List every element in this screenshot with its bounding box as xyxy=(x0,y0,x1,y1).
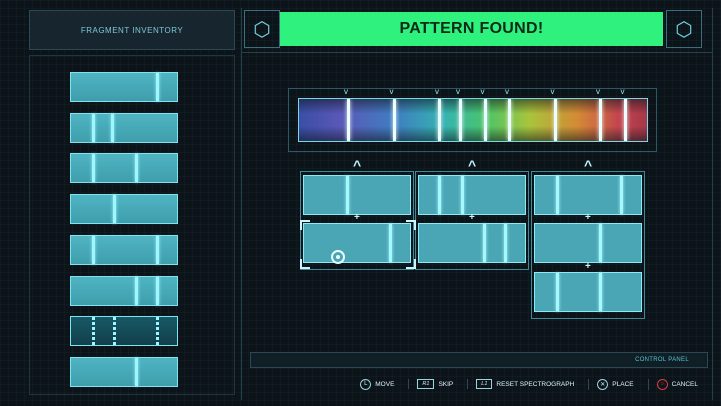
chevron-down-icon: v xyxy=(550,87,555,96)
divider-line xyxy=(241,52,713,53)
inventory-header: FRAGMENT INVENTORY xyxy=(29,10,235,50)
control-skip-button[interactable]: R1 SKIP xyxy=(408,379,453,389)
chevron-down-icon: v xyxy=(435,87,439,96)
fragment-line xyxy=(155,276,159,305)
slot-line xyxy=(556,176,560,214)
spectrograph-line xyxy=(438,99,441,141)
spectrograph-line xyxy=(392,99,396,141)
spectrograph-line xyxy=(599,99,602,141)
pattern-slot[interactable] xyxy=(534,272,642,312)
control-label: MOVE xyxy=(375,380,395,388)
slot-line xyxy=(598,224,602,262)
pattern-slot[interactable] xyxy=(418,223,526,263)
fragment-line xyxy=(113,195,117,224)
fragment-line xyxy=(155,235,159,264)
r1-button-icon: R1 xyxy=(417,379,435,389)
pattern-found-banner: PATTERN FOUND! xyxy=(280,12,663,46)
slot-line xyxy=(503,224,507,262)
plus-icon: + xyxy=(585,212,591,223)
plus-icon: + xyxy=(585,261,591,272)
hexagon-icon: ⬡ xyxy=(244,10,280,48)
slot-line xyxy=(388,224,392,262)
fragment-tile[interactable] xyxy=(70,112,178,143)
l1-button-icon: L1 xyxy=(476,379,493,389)
control-panel-header: CONTROL PANEL xyxy=(250,352,708,368)
divider-line xyxy=(712,8,713,400)
divider-line xyxy=(241,8,242,400)
fragment-line xyxy=(113,317,117,346)
chevron-down-icon: v xyxy=(344,87,348,96)
spectrograph-line xyxy=(623,99,627,141)
spectrograph-line xyxy=(347,99,350,141)
spectrograph-line xyxy=(483,99,487,141)
arrow-up-icon: ^ xyxy=(353,157,362,173)
slot-line xyxy=(346,176,350,214)
selection-corner xyxy=(300,259,310,269)
fragment-line xyxy=(155,73,159,101)
fragment-line xyxy=(134,154,138,183)
cross-button-icon: ✕ xyxy=(597,378,609,390)
banner-text: PATTERN FOUND! xyxy=(399,20,544,37)
pattern-slot[interactable] xyxy=(534,175,642,215)
control-cancel-button[interactable]: ○ CANCEL xyxy=(647,378,698,390)
spectrograph xyxy=(298,98,648,142)
control-label: CANCEL xyxy=(671,380,698,388)
slot-line xyxy=(438,176,442,214)
control-move-button[interactable]: L MOVE xyxy=(352,378,395,390)
chevron-down-icon: v xyxy=(620,87,625,96)
control-reset-spectrograph-button[interactable]: L1 RESET SPECTROGRAPH xyxy=(467,379,574,389)
plus-icon: + xyxy=(469,212,475,223)
fragment-line xyxy=(92,235,96,264)
slot-line xyxy=(482,224,486,262)
fragment-tile[interactable] xyxy=(70,153,178,184)
spectrograph-line xyxy=(508,99,511,141)
left-stick-icon: L xyxy=(360,378,372,390)
slot-line xyxy=(598,273,602,311)
fragment-line xyxy=(134,276,138,305)
slot-line xyxy=(556,273,560,311)
fragment-line xyxy=(92,154,96,183)
circle-button-icon: ○ xyxy=(656,378,668,390)
pattern-slot[interactable] xyxy=(534,223,642,263)
fragment-line xyxy=(134,357,138,386)
pattern-slot[interactable] xyxy=(418,175,526,215)
fragment-tile[interactable] xyxy=(70,234,178,265)
fragment-tile[interactable] xyxy=(70,72,178,102)
fragment-line xyxy=(92,317,96,346)
pattern-slot[interactable] xyxy=(303,175,411,215)
control-label: SKIP xyxy=(438,380,454,388)
selection-corner xyxy=(406,259,416,269)
selection-corner xyxy=(406,220,416,230)
fragment-line xyxy=(155,317,159,346)
control-panel-title: CONTROL PANEL xyxy=(635,357,689,363)
chevron-down-icon: v xyxy=(480,87,485,96)
slot-line xyxy=(619,176,623,214)
chevron-down-icon: v xyxy=(505,87,509,96)
chevron-down-icon: v xyxy=(456,87,460,96)
fragment-tile[interactable] xyxy=(70,194,178,225)
control-place-button[interactable]: ✕ PLACE xyxy=(588,378,634,390)
placement-cursor[interactable] xyxy=(331,250,345,264)
chevron-down-icon: v xyxy=(596,87,600,96)
arrow-up-icon: ^ xyxy=(584,157,593,173)
selection-corner xyxy=(300,220,310,230)
fragment-tile[interactable] xyxy=(70,275,178,306)
control-label: PLACE xyxy=(612,380,634,388)
hexagon-icon: ⬡ xyxy=(666,10,702,48)
fragment-line xyxy=(111,113,115,142)
pattern-slot[interactable] xyxy=(303,223,411,263)
control-label: RESET SPECTROGRAPH xyxy=(496,380,575,388)
spectrograph-line xyxy=(553,99,557,141)
arrow-up-icon: ^ xyxy=(468,157,477,173)
slot-line xyxy=(461,176,465,214)
spectrograph-line xyxy=(459,99,462,141)
chevron-down-icon: v xyxy=(389,87,394,96)
inventory-title: FRAGMENT INVENTORY xyxy=(80,25,184,35)
control-panel-actions: L MOVE R1 SKIP L1 RESET SPECTROGRAPH ✕ PLACE ○ CA… xyxy=(250,370,708,398)
plus-icon: + xyxy=(354,212,360,223)
fragment-tile[interactable] xyxy=(70,316,178,347)
fragment-line xyxy=(92,113,96,142)
fragment-tile[interactable] xyxy=(70,356,178,387)
